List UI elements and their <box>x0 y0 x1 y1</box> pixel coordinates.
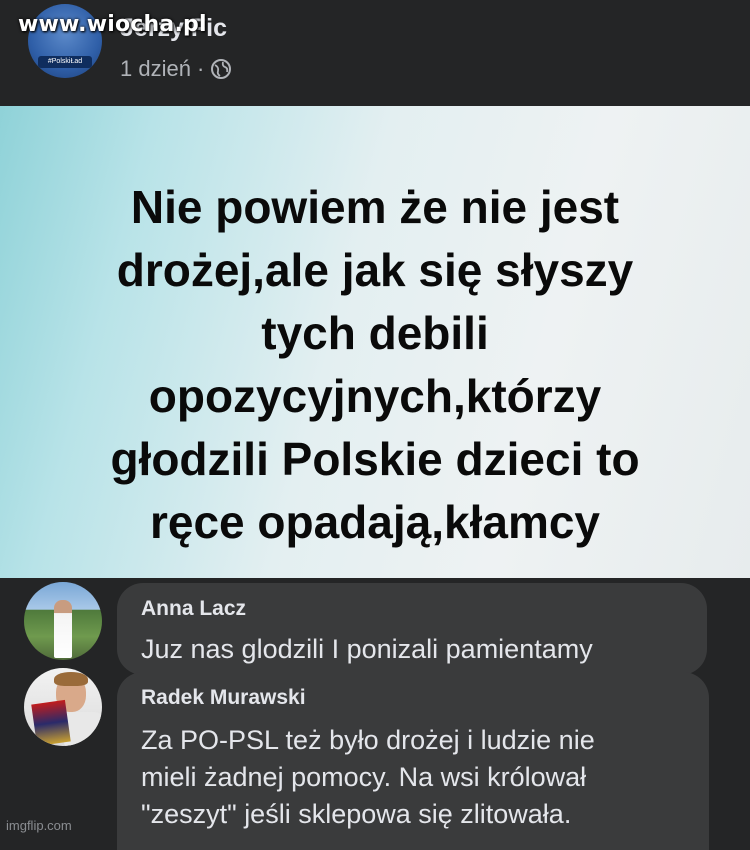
watermark-text: www.wiocha.pl <box>18 12 207 37</box>
comment-bubble-radek: Radek Murawski Za PO-PSL też było drożej… <box>117 672 709 850</box>
post-image-text: Nie powiem że nie jest drożej,ale jak si… <box>110 181 640 548</box>
avatar-badge: #PolskiŁad <box>38 56 92 68</box>
comment-text: Juz nas glodzili I ponizali pamientamy <box>141 634 593 664</box>
post-time[interactable]: 1 dzień · <box>120 56 204 82</box>
avatar-magazine <box>31 699 71 746</box>
comment-text: Za PO-PSL też było drożej i ludzie nie m… <box>141 725 595 829</box>
globe-icon <box>210 58 232 80</box>
imgflip-watermark: imgflip.com <box>6 818 72 833</box>
avatar-figure <box>54 600 72 658</box>
commenter-avatar-radek[interactable] <box>24 668 102 746</box>
commenter-avatar-anna[interactable] <box>24 582 102 660</box>
comment-author[interactable]: Radek Murawski <box>141 686 306 710</box>
post-meta: 1 dzień · <box>120 56 232 82</box>
comment-author[interactable]: Anna Lacz <box>141 597 246 621</box>
avatar-hair <box>54 672 88 686</box>
comment-bubble-anna: Anna Lacz Juz nas glodzili I ponizali pa… <box>117 583 707 675</box>
